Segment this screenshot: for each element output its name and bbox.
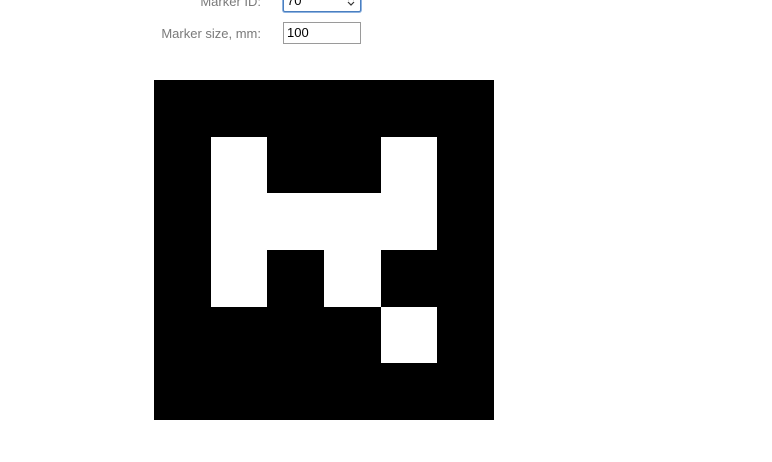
marker-cell-5-3 (324, 363, 381, 420)
marker-cell-2-0 (154, 193, 211, 250)
marker-id-value: 70 (287, 0, 302, 8)
marker-cell-3-0 (154, 250, 211, 307)
marker-cell-3-3 (324, 250, 381, 307)
marker-id-row: Marker ID: 70 (0, 0, 772, 12)
marker-cell-0-2 (267, 80, 324, 137)
marker-cell-2-5 (437, 193, 494, 250)
marker-cell-4-1 (211, 307, 267, 363)
marker-cell-5-1 (211, 363, 267, 420)
marker-id-spinner[interactable] (347, 0, 355, 7)
marker-cell-1-0 (154, 137, 211, 193)
marker-cell-1-5 (437, 137, 494, 193)
marker-cell-1-2 (267, 137, 324, 193)
marker-cell-4-0 (154, 307, 211, 363)
marker-cell-4-2 (267, 307, 324, 363)
marker-size-row: Marker size, mm: 100 (0, 22, 772, 44)
marker-cell-3-4 (381, 250, 437, 307)
marker-cell-3-1 (211, 250, 267, 307)
marker-size-input[interactable]: 100 (283, 22, 361, 44)
marker-cell-3-5 (437, 250, 494, 307)
marker-cell-4-4 (381, 307, 437, 363)
marker-cell-0-1 (211, 80, 267, 137)
marker-cell-4-3 (324, 307, 381, 363)
marker-cell-3-2 (267, 250, 324, 307)
marker-cell-0-5 (437, 80, 494, 137)
marker-cell-4-5 (437, 307, 494, 363)
marker-size-value: 100 (287, 25, 309, 40)
marker-cell-2-1 (211, 193, 267, 250)
marker-cell-5-2 (267, 363, 324, 420)
aruco-marker-image (154, 80, 494, 420)
marker-cell-5-5 (437, 363, 494, 420)
marker-cell-2-2 (267, 193, 324, 250)
marker-cell-5-0 (154, 363, 211, 420)
marker-cell-0-3 (324, 80, 381, 137)
marker-id-input[interactable]: 70 (283, 0, 361, 12)
marker-cell-2-3 (324, 193, 381, 250)
marker-cell-0-4 (381, 80, 437, 137)
marker-cell-0-0 (154, 80, 211, 137)
marker-cell-1-4 (381, 137, 437, 193)
marker-size-label: Marker size, mm: (161, 25, 261, 41)
marker-cell-1-1 (211, 137, 267, 193)
spinner-arrows-icon (347, 0, 355, 6)
marker-id-label: Marker ID: (200, 0, 261, 9)
marker-cell-5-4 (381, 363, 437, 420)
marker-cell-1-3 (324, 137, 381, 193)
marker-cell-2-4 (381, 193, 437, 250)
